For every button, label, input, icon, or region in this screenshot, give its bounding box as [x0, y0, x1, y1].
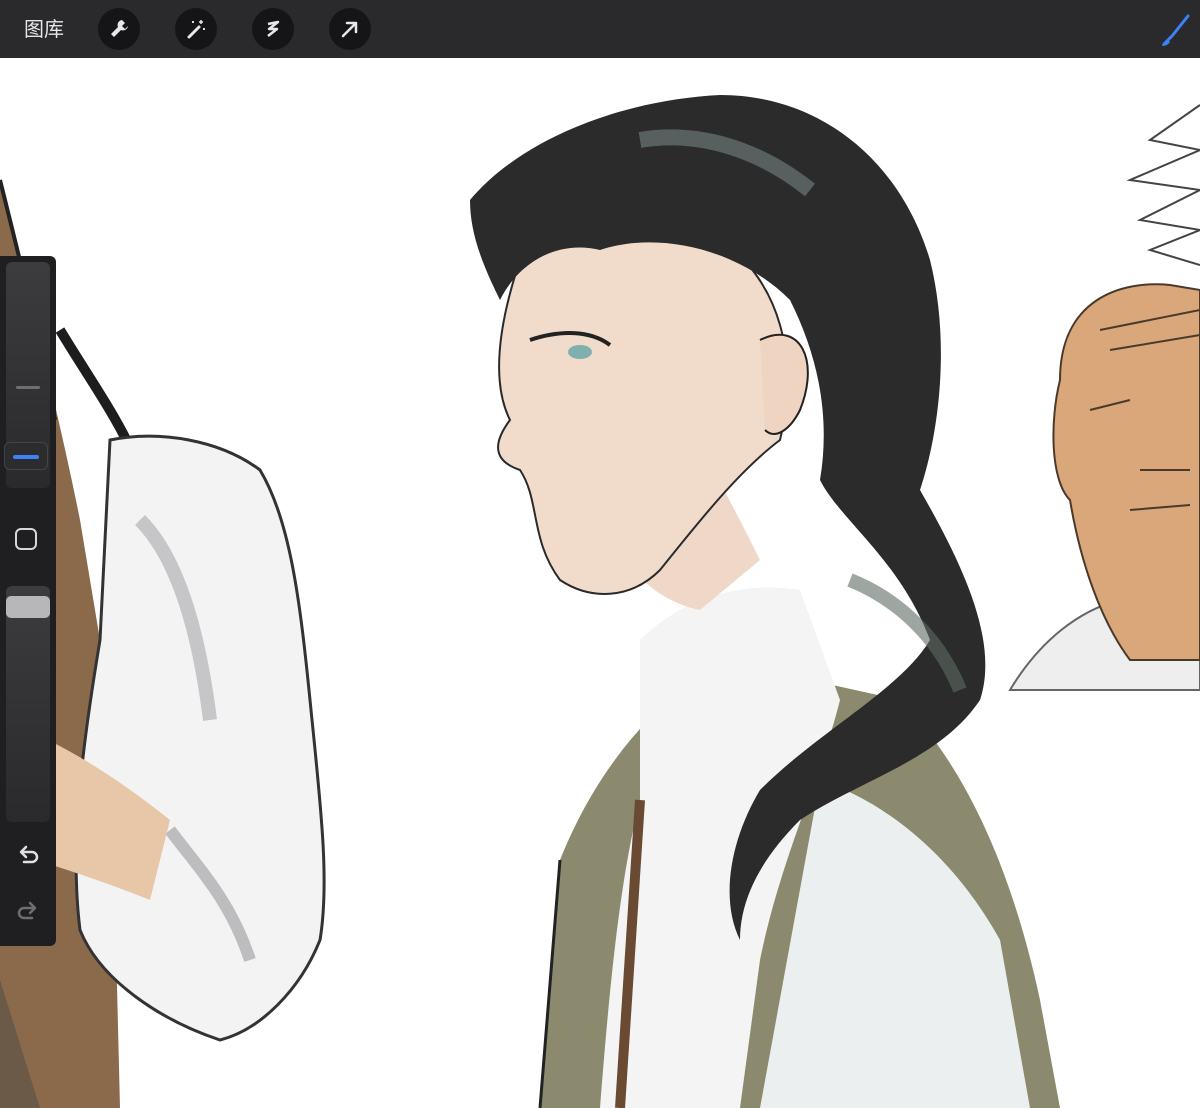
selection-s-icon[interactable]	[252, 8, 294, 50]
brush-opacity-slider[interactable]	[6, 586, 50, 822]
magic-wand-icon[interactable]	[175, 8, 217, 50]
top-toolbar: 图库	[0, 0, 1200, 58]
wrench-icon[interactable]	[98, 8, 140, 50]
gallery-button[interactable]: 图库	[24, 15, 64, 43]
arrow-cursor-icon[interactable]	[329, 8, 371, 50]
brush-sidebar	[0, 256, 56, 946]
size-knob-indicator	[13, 455, 39, 459]
square-icon[interactable]	[15, 528, 37, 550]
brush-icon[interactable]	[1158, 10, 1194, 48]
slider-divider	[16, 386, 40, 389]
redo-icon[interactable]	[14, 898, 42, 926]
drawing-canvas[interactable]	[0, 58, 1200, 1108]
brush-opacity-knob[interactable]	[6, 596, 50, 618]
artwork-illustration	[0, 95, 1200, 1108]
brush-size-knob[interactable]	[4, 442, 48, 470]
undo-icon[interactable]	[14, 842, 42, 870]
